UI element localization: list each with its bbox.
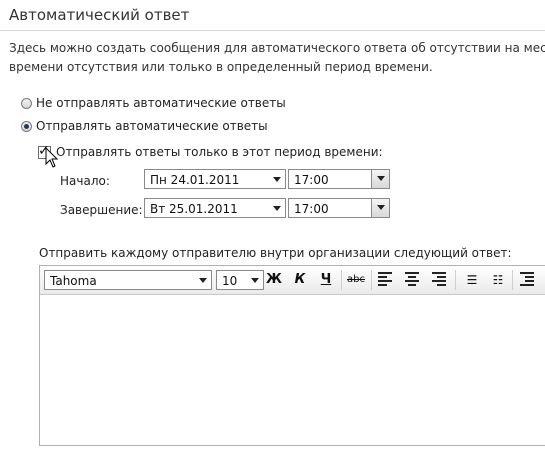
toolbar-separator bbox=[341, 270, 342, 290]
bold-button[interactable]: Ж bbox=[262, 269, 286, 291]
mouse-cursor-icon bbox=[45, 147, 59, 168]
toolbar-separator bbox=[371, 270, 372, 290]
align-left-icon[interactable] bbox=[378, 272, 392, 286]
bulleted-list-icon[interactable]: ☰ bbox=[460, 269, 484, 291]
start-time-select[interactable]: 17:00 bbox=[288, 169, 390, 189]
radio-no-send[interactable]: Не отправлять автоматические ответы bbox=[21, 95, 286, 111]
font-name-value: Tahoma bbox=[50, 274, 97, 288]
radio-send[interactable]: Отправлять автоматические ответы bbox=[21, 118, 268, 134]
header-bar: Автоматический ответ bbox=[0, 0, 545, 31]
toolbar-separator bbox=[455, 270, 456, 290]
start-time-value: 17:00 bbox=[294, 173, 329, 187]
start-date-value: Пн 24.01.2011 bbox=[150, 173, 240, 187]
end-date-value: Вт 25.01.2011 bbox=[150, 202, 238, 216]
reply-editor[interactable]: Tahoma 10 Ж К Ч abc ☰ ☷ bbox=[39, 265, 545, 446]
description-line-1: Здесь можно создать сообщения для автома… bbox=[9, 41, 545, 55]
chevron-down-icon[interactable] bbox=[273, 177, 281, 182]
description-line-2: времени отсутствия или только в определе… bbox=[9, 60, 433, 74]
numbered-list-icon[interactable]: ☷ bbox=[486, 269, 510, 291]
chevron-down-icon[interactable] bbox=[273, 206, 281, 211]
period-checkbox-label: Отправлять ответы только в этот период в… bbox=[56, 145, 383, 159]
font-size-select[interactable]: 10 bbox=[216, 270, 264, 290]
format-toolbar: Tahoma 10 Ж К Ч abc ☰ ☷ bbox=[40, 266, 545, 295]
start-label: Начало: bbox=[60, 174, 110, 188]
underline-button[interactable]: Ч bbox=[314, 269, 338, 291]
strikethrough-button[interactable]: abc bbox=[344, 269, 368, 291]
toolbar-separator bbox=[512, 270, 513, 290]
radio-send-label: Отправлять автоматические ответы bbox=[36, 119, 268, 133]
font-size-value: 10 bbox=[222, 274, 238, 288]
chevron-down-icon[interactable] bbox=[199, 278, 207, 283]
align-center-icon[interactable] bbox=[405, 272, 419, 286]
period-checkbox-row[interactable]: ✓ Отправлять ответы только в этот период… bbox=[38, 143, 383, 160]
italic-button[interactable]: К bbox=[288, 269, 312, 291]
start-date-picker[interactable]: Пн 24.01.2011 bbox=[144, 169, 286, 189]
end-time-select[interactable]: 17:00 bbox=[288, 198, 390, 218]
chevron-down-icon[interactable] bbox=[251, 278, 259, 283]
end-date-picker[interactable]: Вт 25.01.2011 bbox=[144, 198, 286, 218]
radio-button-selected[interactable] bbox=[21, 120, 32, 132]
start-time-dropdown-button[interactable] bbox=[371, 170, 389, 188]
font-name-select[interactable]: Tahoma bbox=[44, 270, 212, 290]
chevron-down-icon bbox=[377, 176, 385, 181]
chevron-down-icon bbox=[377, 205, 385, 210]
radio-no-send-label: Не отправлять автоматические ответы bbox=[36, 96, 286, 110]
page-title: Автоматический ответ bbox=[9, 6, 190, 24]
end-time-dropdown-button[interactable] bbox=[371, 199, 389, 217]
radio-button-unselected[interactable] bbox=[21, 97, 32, 109]
end-label: Завершение: bbox=[60, 203, 143, 217]
end-time-value: 17:00 bbox=[294, 202, 329, 216]
align-right-icon[interactable] bbox=[432, 272, 446, 286]
reply-label: Отправить каждому отправителю внутри орг… bbox=[39, 246, 512, 260]
decrease-indent-icon[interactable] bbox=[520, 272, 534, 286]
